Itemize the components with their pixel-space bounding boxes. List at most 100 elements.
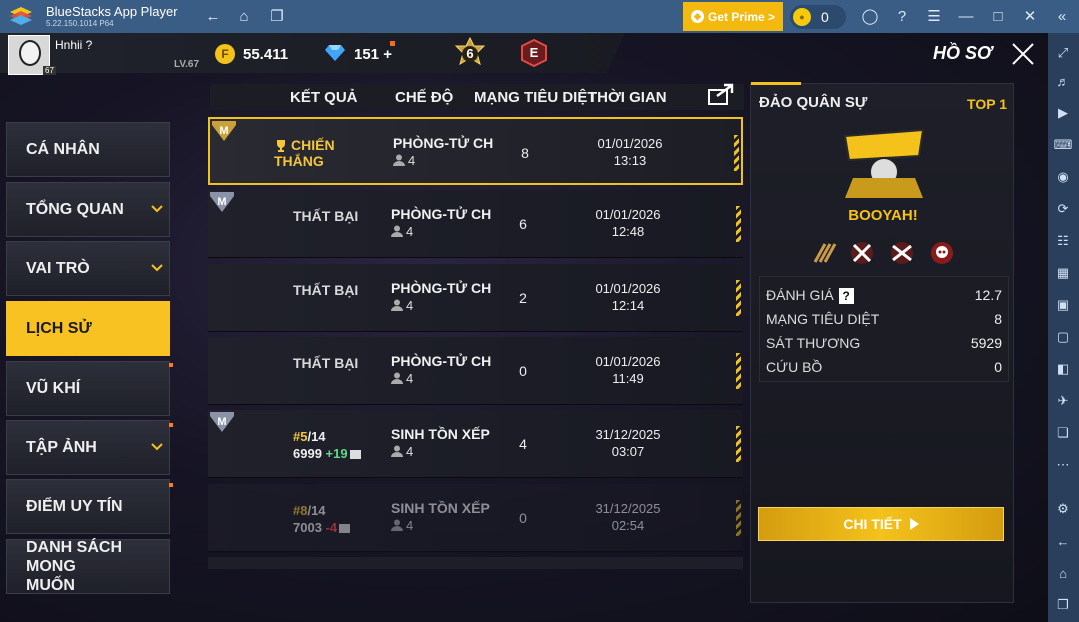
avatar[interactable]: 67 (8, 35, 56, 75)
nav-danh-sach-mong-muon[interactable]: DANH SÁCH MONG MUỐN (6, 539, 170, 594)
gold-amount: 55.411 (243, 46, 289, 63)
fullscreen-icon[interactable]: ⤢ (1053, 43, 1073, 63)
collapse-sidebar-icon[interactable]: « (1052, 6, 1072, 26)
stat-kills-value: 8 (994, 311, 1002, 327)
col-mode: CHẾ ĐỘ (395, 89, 454, 106)
diamond-amount[interactable]: 151 + (354, 46, 392, 63)
chevron-down-icon (151, 264, 163, 272)
player-count: /14 (307, 503, 326, 518)
multi-instance-icon[interactable]: ❐ (267, 6, 287, 26)
nav-tap-anh[interactable]: TẬP ẢNH (6, 420, 170, 475)
get-prime-button[interactable]: ◆ Get Prime > (683, 2, 783, 31)
back-icon[interactable]: ← (203, 6, 223, 26)
nav-notification-dot (169, 483, 173, 487)
notification-dot (390, 41, 395, 46)
share-icon[interactable] (707, 82, 735, 106)
airplane-icon[interactable]: ✈ (1053, 391, 1073, 411)
maximize-icon[interactable]: □ (988, 6, 1008, 26)
android-back-icon[interactable]: ← (1053, 531, 1073, 551)
coins-counter[interactable]: ● 0 (790, 5, 846, 29)
mode-cell: PHÒNG-TỬ CHIẾN (391, 206, 491, 222)
avatar-level-badge: 67 (43, 66, 56, 75)
keyboard-icon[interactable]: ⌨ (1053, 135, 1073, 155)
rating-help-icon[interactable]: ? (838, 288, 854, 304)
stat-kills-label: MẠNG TIÊU DIỆT (766, 311, 880, 327)
nav-lich-su[interactable]: LỊCH SỬ (6, 301, 170, 356)
nav-ca-nhan[interactable]: CÁ NHÂN (6, 122, 170, 177)
nav-diem-uy-tin[interactable]: ĐIỂM UY TÍN (6, 479, 170, 534)
stat-damage-value: 5929 (970, 335, 1002, 351)
detail-button[interactable]: CHI TIẾT (758, 507, 1004, 541)
cs-rank-badge[interactable]: E (521, 38, 547, 68)
record-icon[interactable]: ◉ (1053, 167, 1073, 187)
table-row[interactable]: #8/14 7003 -4 SINH TỒN XẾP HẠNG 4 0 31/12… (208, 484, 743, 552)
table-row[interactable]: THẤT BẠI PHÒNG-TỬ CHIẾN 4 2 01/01/2026 12… (208, 264, 743, 332)
play-icon (909, 518, 919, 530)
table-row[interactable]: THẤT BẠI PHÒNG-TỬ CHIẾN 4 0 01/01/2026 11… (208, 337, 743, 405)
nav-vu-khi[interactable]: VŨ KHÍ (6, 361, 170, 416)
android-home-icon[interactable]: ⌂ (1053, 563, 1073, 583)
add-diamond-button[interactable]: + (383, 46, 392, 63)
volume-icon[interactable]: ♬ (1053, 71, 1073, 91)
stat-label: ĐÁNH GIÁ (766, 287, 834, 303)
window-title: BlueStacks App Player (46, 4, 178, 19)
page-title: HỒ SƠ (933, 43, 993, 63)
close-icon[interactable] (1010, 41, 1036, 67)
macro-icon[interactable]: ▦ (1053, 263, 1073, 283)
kills-cell: 4 (519, 436, 527, 452)
minimize-icon[interactable]: — (956, 6, 976, 26)
squad-cell: 4 (391, 371, 413, 386)
match-time: 03:07 (611, 444, 645, 459)
multi-window-icon[interactable]: ❏ (1053, 423, 1073, 443)
gallery-icon[interactable]: ◧ (1053, 359, 1073, 379)
help-icon[interactable]: ? (892, 6, 912, 26)
rank-badge[interactable]: 6 (452, 36, 488, 72)
resize-icon[interactable]: ▢ (1053, 327, 1073, 347)
time-cell: 01/01/2026 12:48 (573, 206, 683, 240)
stat-rating-label: ĐÁNH GIÁ? (766, 287, 854, 304)
col-result: KẾT QUẢ (290, 89, 358, 106)
gamepad-icon[interactable]: ☷ (1053, 231, 1073, 251)
person-icon (391, 445, 403, 457)
more-icon[interactable]: ⋯ (1053, 455, 1073, 475)
table-row[interactable]: M CHIẾN THẮNG PHÒNG-TỬ CHIẾN 4 8 01/01/2… (208, 117, 743, 185)
nav-label: VŨ KHÍ (26, 379, 81, 397)
chevron-down-icon (151, 205, 163, 213)
result-cell: CHIẾN THẮNG (274, 137, 364, 169)
match-date: 01/01/2026 (595, 281, 661, 296)
close-window-icon[interactable]: ✕ (1020, 6, 1040, 26)
result-cell: THẤT BẠI (293, 282, 359, 298)
diamond-icon (325, 45, 345, 61)
kills-cell: 0 (519, 510, 527, 526)
squad-cell: 4 (391, 518, 413, 533)
rank-points-icon (339, 524, 351, 533)
squad-size: 4 (406, 371, 414, 386)
media-icon[interactable]: ▶ (1053, 103, 1073, 123)
account-icon[interactable]: ◯ (860, 6, 880, 26)
squad-size: 4 (406, 224, 414, 239)
table-row[interactable]: M #5/14 6999 +19 SINH TỒN XẾP HẠNG 4 4 31… (208, 410, 743, 478)
crossed-swords-badge-icon[interactable] (849, 240, 875, 266)
screenshot-icon[interactable]: ▣ (1053, 295, 1073, 315)
skull-badge-icon[interactable] (929, 240, 955, 266)
claw-badge-icon[interactable] (811, 240, 837, 266)
mode-cell: PHÒNG-TỬ CHIẾN (393, 135, 493, 151)
mode-logo-icon: M (210, 192, 234, 212)
time-cell: 01/01/2026 11:49 (573, 353, 683, 387)
nav-tong-quan[interactable]: TỔNG QUAN (6, 182, 170, 237)
android-recents-icon[interactable]: ❐ (1053, 595, 1073, 615)
history-table-header: KẾT QUẢ CHẾ ĐỘ MẠNG TIÊU DIỆT THỜI GIAN (210, 84, 744, 110)
nav-label: CÁ NHÂN (26, 140, 100, 158)
rotate-icon[interactable]: ⟳ (1053, 199, 1073, 219)
match-stats: ĐÁNH GIÁ? 12.7 MẠNG TIÊU DIỆT 8 SÁT THƯƠ… (759, 276, 1009, 382)
prime-icon: ◆ (690, 10, 704, 23)
settings-icon[interactable]: ⚙ (1053, 499, 1073, 519)
nav-vai-tro[interactable]: VAI TRÒ (6, 241, 170, 296)
home-icon[interactable]: ⌂ (234, 6, 254, 26)
time-cell: 01/01/2026 13:13 (575, 135, 685, 169)
detail-label: CHI TIẾT (843, 516, 902, 532)
crossed-guns-badge-icon[interactable] (889, 240, 915, 266)
menu-icon[interactable]: ☰ (924, 6, 944, 26)
nav-label: TẬP ẢNH (26, 438, 97, 456)
table-row[interactable]: M THẤT BẠI PHÒNG-TỬ CHIẾN 4 6 01/01/2026… (208, 190, 743, 258)
